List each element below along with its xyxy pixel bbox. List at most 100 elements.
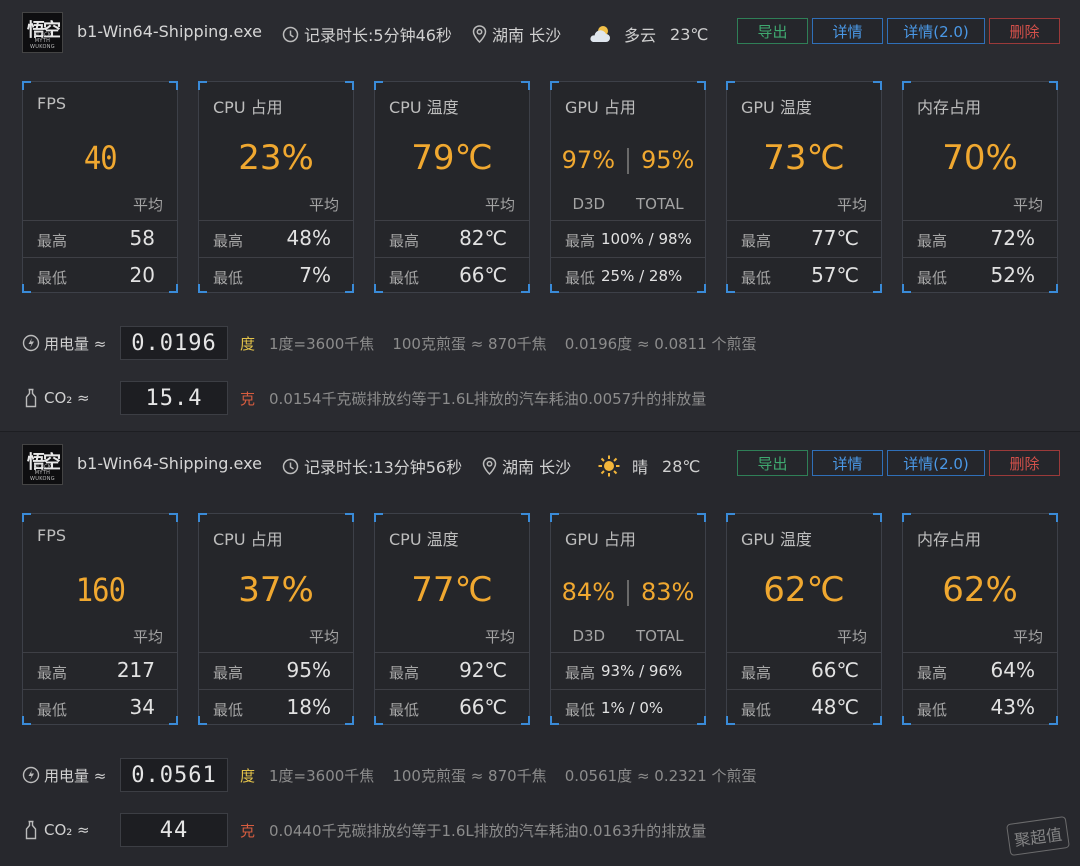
cpu-usage-card: CPU 占用 37% 平均 最高 95% 最低 18% xyxy=(198,513,354,725)
weather: 多云 23℃ xyxy=(587,22,708,46)
gpu-usage-values: 97% 95% xyxy=(561,146,695,174)
gpu-temp-card: GPU 温度 62℃ 平均 最高 66℃ 最低 48℃ xyxy=(726,513,882,725)
min-row: 最低 43% xyxy=(903,689,1057,726)
average-label: 平均 xyxy=(484,196,515,214)
session-header: 悟空 BLACK MYTH WUKONG b1-Win64-Shipping.e… xyxy=(22,12,1060,53)
max-row: 最高 100% / 98% xyxy=(551,220,705,257)
max-row: 最高 48% xyxy=(199,220,353,257)
energy-unit: 度 xyxy=(240,334,256,353)
energy-label: 用电量 ≈ xyxy=(22,765,120,786)
energy-row: 用电量 ≈ 0.0196 度 1度=3600千焦 100克煎蛋 ≈ 870千焦 0.… xyxy=(22,325,1060,361)
fps-card: FPS 160 平均 最高 217 最低 34 xyxy=(22,513,178,725)
average-label: 平均 xyxy=(308,196,339,214)
min-row: 最低 57℃ xyxy=(727,257,881,294)
metric-cards: FPS 40 平均 最高 58 最低 20 CPU 占用 23% 平均 最高 48% … xyxy=(22,81,1058,293)
card-label: GPU 占用 xyxy=(565,98,636,117)
max-row: 最高 93% / 96% xyxy=(551,652,705,689)
session-1: 悟空 BLACK MYTH WUKONG b1-Win64-Shipping.e… xyxy=(0,0,1080,431)
average-label: 平均 xyxy=(836,196,867,214)
cpu-usage-average: 23% xyxy=(238,138,314,178)
export-button[interactable]: 导出 xyxy=(737,18,808,44)
delete-button[interactable]: 删除 xyxy=(989,18,1060,44)
fps-average: 160 xyxy=(75,571,125,609)
co2-description: 0.0440千克碳排放约等于1.6L排放的汽车耗油0.0163升的排放量 xyxy=(269,821,707,840)
detail-button[interactable]: 详情 xyxy=(812,18,883,44)
cloudy-icon xyxy=(590,26,610,42)
average-label: 平均 xyxy=(484,628,515,646)
gpu-usage-labels: D3D TOTAL xyxy=(572,627,684,645)
memory-usage-average: 62% xyxy=(942,570,1018,610)
max-row: 最高 72% xyxy=(903,220,1057,257)
energy-value-display: 0.0196 xyxy=(120,326,228,360)
max-row: 最高 58 xyxy=(23,220,177,257)
card-label: FPS xyxy=(37,526,67,545)
max-row: 最高 217 xyxy=(23,652,177,689)
energy-row: 用电量 ≈ 0.0561 度 1度=3600千焦 100克煎蛋 ≈ 870千焦 0.… xyxy=(22,757,1060,793)
energy-unit: 度 xyxy=(240,766,256,785)
cpu-temp-average: 77℃ xyxy=(411,570,493,610)
card-label: GPU 温度 xyxy=(741,530,812,549)
co2-description: 0.0154千克碳排放约等于1.6L排放的汽车耗油0.0057升的排放量 xyxy=(269,389,707,408)
co2-value-display: 44 xyxy=(120,813,228,847)
min-row: 最低 66℃ xyxy=(375,689,529,726)
cpu-temp-card: CPU 温度 79℃ 平均 最高 82℃ 最低 66℃ xyxy=(374,81,530,293)
game-logo: 悟空 BLACK MYTH WUKONG xyxy=(22,444,63,485)
min-row: 最低 20 xyxy=(23,257,177,294)
metric-cards: FPS 160 平均 最高 217 最低 34 CPU 占用 37% 平均 最高 95… xyxy=(22,513,1058,725)
delete-button[interactable]: 删除 xyxy=(989,450,1060,476)
session-2: 悟空 BLACK MYTH WUKONG b1-Win64-Shipping.e… xyxy=(0,431,1080,866)
min-row: 最低 52% xyxy=(903,257,1057,294)
process-name: b1-Win64-Shipping.exe xyxy=(77,22,262,41)
action-buttons: 导出 详情 详情(2.0) 删除 xyxy=(737,450,1060,476)
min-row: 最低 48℃ xyxy=(727,689,881,726)
location-pin-icon xyxy=(482,457,497,475)
card-label: GPU 温度 xyxy=(741,98,812,117)
detail-button[interactable]: 详情 xyxy=(812,450,883,476)
export-button[interactable]: 导出 xyxy=(737,450,808,476)
game-logo: 悟空 BLACK MYTH WUKONG xyxy=(22,12,63,53)
max-row: 最高 92℃ xyxy=(375,652,529,689)
weather: 晴 28℃ xyxy=(597,454,700,478)
min-row: 最低 34 xyxy=(23,689,177,726)
cpu-usage-card: CPU 占用 23% 平均 最高 48% 最低 7% xyxy=(198,81,354,293)
co2-unit: 克 xyxy=(240,389,256,408)
memory-usage-card: 内存占用 62% 平均 最高 64% 最低 43% xyxy=(902,513,1058,725)
average-label: 平均 xyxy=(1012,196,1043,214)
detail-v2-button[interactable]: 详情(2.0) xyxy=(887,450,985,476)
card-label: CPU 温度 xyxy=(389,98,459,117)
min-row: 最低 66℃ xyxy=(375,257,529,294)
energy-description: 1度=3600千焦 100克煎蛋 ≈ 870千焦 0.0196度 ≈ 0.0811 … xyxy=(269,334,757,353)
average-label: 平均 xyxy=(836,628,867,646)
max-row: 最高 82℃ xyxy=(375,220,529,257)
fps-card: FPS 40 平均 最高 58 最低 20 xyxy=(22,81,178,293)
co2-label: CO₂ ≈ xyxy=(22,820,120,840)
average-label: 平均 xyxy=(308,628,339,646)
co2-unit: 克 xyxy=(240,821,256,840)
action-buttons: 导出 详情 详情(2.0) 删除 xyxy=(737,18,1060,44)
max-row: 最高 64% xyxy=(903,652,1057,689)
location-pin-icon xyxy=(472,25,487,43)
co2-label: CO₂ ≈ xyxy=(22,388,120,408)
card-label: CPU 占用 xyxy=(213,530,283,549)
average-label: 平均 xyxy=(132,196,163,214)
location: 湖南 长沙 xyxy=(472,22,561,46)
co2-value-display: 15.4 xyxy=(120,381,228,415)
card-label: FPS xyxy=(37,94,67,113)
average-label: 平均 xyxy=(132,628,163,646)
energy-value-display: 0.0561 xyxy=(120,758,228,792)
energy-description: 1度=3600千焦 100克煎蛋 ≈ 870千焦 0.0561度 ≈ 0.2321 … xyxy=(269,766,757,785)
min-row: 最低 25% / 28% xyxy=(551,257,705,294)
max-row: 最高 66℃ xyxy=(727,652,881,689)
record-duration: 记录时长:5分钟46秒 xyxy=(282,22,452,46)
memory-usage-average: 70% xyxy=(942,138,1018,178)
clock-icon xyxy=(282,26,299,42)
gpu-temp-card: GPU 温度 73℃ 平均 最高 77℃ 最低 57℃ xyxy=(726,81,882,293)
min-row: 最低 7% xyxy=(199,257,353,294)
max-row: 最高 95% xyxy=(199,652,353,689)
min-row: 最低 1% / 0% xyxy=(551,689,705,726)
gpu-usage-card: GPU 占用 84% 83% D3D TOTAL 最高 93% / 96% 最低 1% … xyxy=(550,513,706,725)
bottle-icon xyxy=(25,388,37,408)
bottle-icon xyxy=(25,820,37,840)
detail-v2-button[interactable]: 详情(2.0) xyxy=(887,18,985,44)
gpu-usage-card: GPU 占用 97% 95% D3D TOTAL 最高 100% / 98% 最低 25… xyxy=(550,81,706,293)
